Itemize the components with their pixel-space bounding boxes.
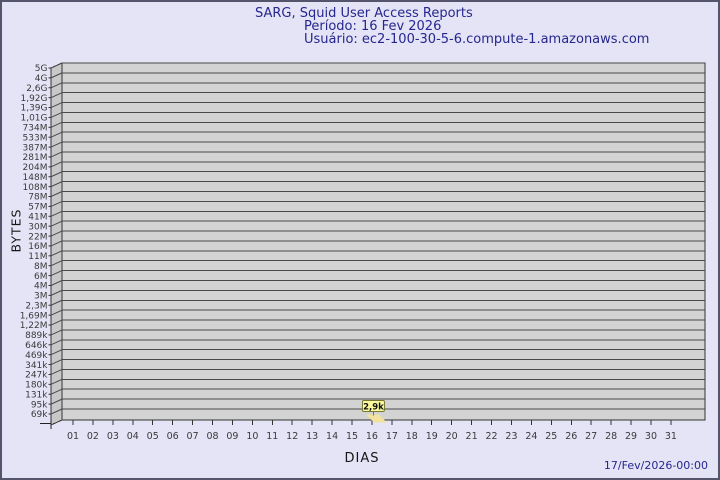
y-tick-label: 281M: [23, 153, 48, 163]
x-tick-label: 12: [286, 431, 298, 442]
y-tick-label: 533M: [23, 133, 48, 143]
y-tick-label: 1,39G: [20, 104, 47, 114]
x-tick-label: 14: [326, 431, 338, 442]
y-tick-label: 1,69M: [20, 311, 48, 321]
y-tick-label: 469k: [25, 351, 48, 361]
y-tick-label: 78M: [28, 193, 47, 203]
x-tick-label: 16: [366, 431, 378, 442]
y-tick-label: 69k: [31, 410, 48, 420]
y-tick-label: 734M: [23, 124, 48, 134]
y-tick-label: 22M: [28, 232, 47, 242]
y-tick-label: 646k: [25, 341, 48, 351]
x-tick-label: 08: [206, 431, 218, 442]
x-tick-label: 13: [306, 431, 318, 442]
y-tick-label: 108M: [23, 183, 48, 193]
y-tick-label: 131k: [25, 390, 48, 400]
y-tick-label: 204M: [23, 163, 48, 173]
y-tick-label: 889k: [25, 331, 48, 341]
x-tick-label: 09: [226, 431, 238, 442]
x-tick-label: 15: [346, 431, 358, 442]
y-tick-label: 2,3M: [25, 301, 47, 311]
x-tick-label: 10: [246, 431, 258, 442]
y-tick-label: 247k: [25, 371, 48, 381]
x-tick-label: 06: [167, 431, 179, 442]
y-tick-label: 341k: [25, 361, 48, 371]
y-tick-label: 1,22M: [20, 321, 48, 331]
x-tick-label: 22: [485, 431, 497, 442]
plot-area: [62, 63, 705, 420]
x-tick-label: 19: [426, 431, 438, 442]
y-tick-label: 1,92G: [20, 94, 47, 104]
y-tick-label: 3M: [34, 292, 48, 302]
x-tick-label: 30: [645, 431, 657, 442]
y-tick-label: 30M: [28, 222, 47, 232]
x-tick-label: 28: [605, 431, 617, 442]
x-tick-label: 05: [147, 431, 159, 442]
y-tick-label: 6M: [34, 272, 48, 282]
y-tick-label: 180k: [25, 381, 48, 391]
x-tick-label: 02: [87, 431, 99, 442]
x-tick-label: 20: [446, 431, 458, 442]
x-tick-label: 24: [525, 431, 537, 442]
report-generated-timestamp: 17/Fev/2026-00:00: [604, 459, 708, 472]
y-tick-label: 41M: [28, 212, 47, 222]
y-tick-label: 1,01G: [20, 114, 47, 124]
x-tick-label: 18: [406, 431, 418, 442]
x-tick-label: 23: [505, 431, 517, 442]
x-tick-label: 25: [545, 431, 557, 442]
x-axis-title: DIAS: [312, 451, 412, 466]
bytes-per-day-chart: 5G4G2,6G1,92G1,39G1,01G734M533M387M281M2…: [2, 2, 720, 480]
y-tick-label: 16M: [28, 242, 47, 252]
x-tick-label: 07: [187, 431, 199, 442]
y-tick-label: 11M: [28, 252, 47, 262]
x-tick-label: 31: [665, 431, 677, 442]
x-tick-label: 27: [585, 431, 597, 442]
y-tick-label: 4G: [35, 74, 48, 84]
x-tick-label: 01: [67, 431, 79, 442]
bar-value-label: 2,9k: [363, 402, 384, 412]
x-tick-label: 03: [107, 431, 119, 442]
y-tick-label: 387M: [23, 143, 48, 153]
y-tick-label: 8M: [34, 262, 48, 272]
x-tick-label: 17: [386, 431, 398, 442]
y-tick-label: 57M: [28, 203, 47, 213]
x-tick-label: 21: [466, 431, 478, 442]
sarg-report-page: SARG, Squid User Access Reports Período:…: [0, 0, 720, 480]
y-tick-label: 2,6G: [26, 84, 47, 94]
x-tick-label: 26: [565, 431, 577, 442]
x-tick-label: 04: [127, 431, 139, 442]
y-tick-label: 4M: [34, 282, 48, 292]
y-tick-label: 5G: [35, 64, 48, 74]
x-tick-label: 29: [625, 431, 637, 442]
y-tick-label: 95k: [31, 400, 48, 410]
y-tick-label: 148M: [23, 173, 48, 183]
x-tick-label: 11: [266, 431, 278, 442]
